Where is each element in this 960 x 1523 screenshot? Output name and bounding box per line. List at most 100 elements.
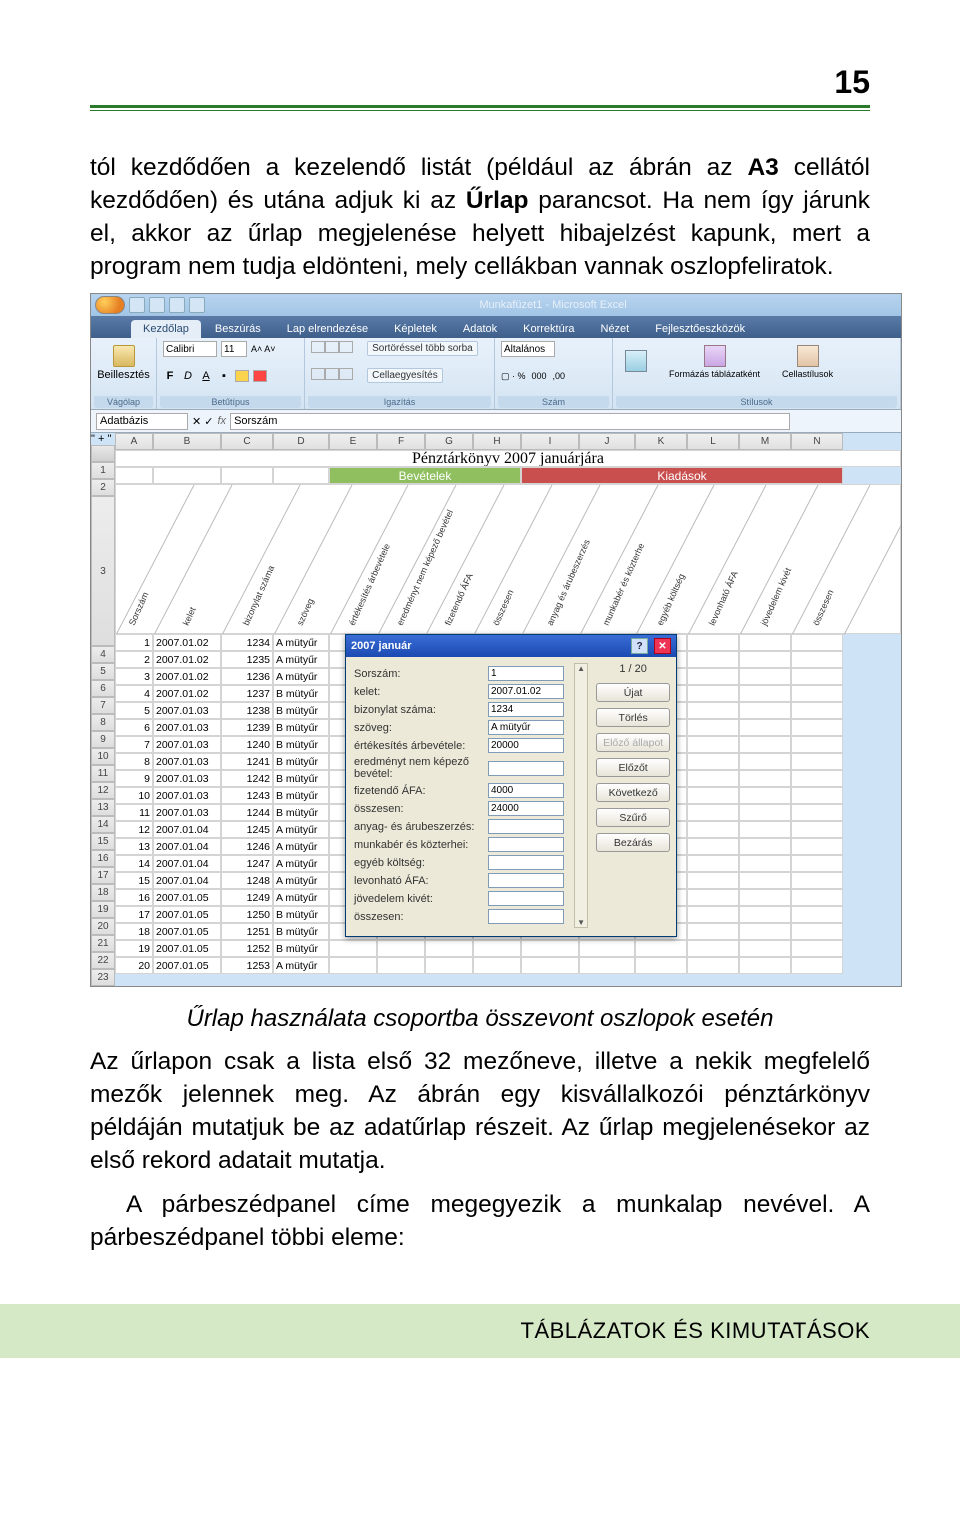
cell[interactable] (739, 906, 791, 923)
next-button[interactable]: Következő (596, 783, 670, 802)
merge-btn[interactable]: Cellaegyesítés (367, 368, 443, 383)
form-input[interactable] (488, 801, 564, 816)
row-header[interactable]: 23 (91, 969, 115, 986)
cell[interactable]: 1253 (221, 957, 273, 974)
cell[interactable] (791, 889, 843, 906)
conditional-formatting-btn[interactable] (619, 346, 653, 378)
cell[interactable] (791, 668, 843, 685)
cell[interactable] (791, 736, 843, 753)
cell[interactable]: 2007.01.02 (153, 651, 221, 668)
cell[interactable] (521, 940, 579, 957)
cell[interactable] (791, 804, 843, 821)
cell[interactable] (687, 804, 739, 821)
cell[interactable] (687, 821, 739, 838)
col-header[interactable]: C (221, 433, 273, 450)
cell[interactable] (425, 940, 473, 957)
row-header[interactable]: 1 (91, 462, 115, 479)
cell[interactable]: A mütyűr (273, 889, 329, 906)
italic-btn[interactable]: D (181, 370, 195, 382)
row-header[interactable]: 10 (91, 748, 115, 765)
col-header[interactable]: L (687, 433, 739, 450)
cell[interactable]: 2007.01.03 (153, 719, 221, 736)
cell[interactable] (791, 940, 843, 957)
cell-styles-btn[interactable]: Cellastílusok (776, 341, 839, 383)
tab-kepletek[interactable]: Képletek (382, 320, 449, 338)
cell[interactable]: 1250 (221, 906, 273, 923)
cell[interactable]: 1239 (221, 719, 273, 736)
cell[interactable]: 2007.01.04 (153, 872, 221, 889)
tab-kezdolap[interactable]: Kezdőlap (131, 320, 201, 338)
cell[interactable]: 2007.01.03 (153, 804, 221, 821)
cell[interactable]: 1242 (221, 770, 273, 787)
cell[interactable]: 14 (115, 855, 153, 872)
cell[interactable] (739, 668, 791, 685)
cell[interactable]: 1243 (221, 787, 273, 804)
cell[interactable]: 11 (115, 804, 153, 821)
cell[interactable]: 2007.01.05 (153, 923, 221, 940)
cell[interactable] (425, 957, 473, 974)
cell[interactable]: 1234 (221, 634, 273, 651)
cell[interactable] (791, 957, 843, 974)
cell[interactable] (791, 906, 843, 923)
col-header[interactable]: G (425, 433, 473, 450)
cell[interactable] (687, 838, 739, 855)
cell[interactable] (687, 702, 739, 719)
cell[interactable]: 1248 (221, 872, 273, 889)
cell[interactable]: 5 (115, 702, 153, 719)
cell[interactable] (377, 940, 425, 957)
cell[interactable] (739, 889, 791, 906)
cell[interactable]: 2007.01.05 (153, 957, 221, 974)
cell[interactable] (687, 855, 739, 872)
row-header[interactable]: 5 (91, 663, 115, 680)
col-header[interactable]: F (377, 433, 425, 450)
cell[interactable]: 2007.01.03 (153, 770, 221, 787)
cell[interactable] (739, 719, 791, 736)
cell[interactable]: 1246 (221, 838, 273, 855)
cell[interactable] (739, 651, 791, 668)
cell[interactable]: 7 (115, 736, 153, 753)
tab-korrektura[interactable]: Korrektúra (511, 320, 586, 338)
row-header[interactable]: 9 (91, 731, 115, 748)
formula-input[interactable] (230, 413, 790, 430)
tab-nezet[interactable]: Nézet (589, 320, 642, 338)
qat-redo-icon[interactable] (169, 297, 185, 313)
cell[interactable]: 1249 (221, 889, 273, 906)
cell[interactable]: 19 (115, 940, 153, 957)
cell[interactable]: B mütyűr (273, 923, 329, 940)
row-header[interactable]: 2 (91, 479, 115, 496)
prev-button[interactable]: Előzőt (596, 758, 670, 777)
font-size-input[interactable] (221, 341, 247, 357)
row-header[interactable]: 13 (91, 799, 115, 816)
cell[interactable]: B mütyűr (273, 736, 329, 753)
format-table-btn[interactable]: Formázás táblázatként (663, 341, 766, 383)
band-bevetelek[interactable]: Bevételek (329, 467, 521, 484)
cell[interactable]: B mütyűr (273, 770, 329, 787)
row-header[interactable]: 20 (91, 918, 115, 935)
cell[interactable] (687, 770, 739, 787)
cell[interactable] (687, 685, 739, 702)
name-box[interactable] (96, 413, 188, 430)
cell[interactable]: 17 (115, 906, 153, 923)
number-format-input[interactable] (501, 341, 555, 357)
cell[interactable] (739, 804, 791, 821)
col-header[interactable]: B (153, 433, 221, 450)
cell[interactable]: 12 (115, 821, 153, 838)
cell[interactable] (473, 957, 521, 974)
cell[interactable]: A mütyűr (273, 634, 329, 651)
cell[interactable] (687, 957, 739, 974)
cell[interactable]: 1236 (221, 668, 273, 685)
cell[interactable] (739, 702, 791, 719)
cell[interactable] (635, 957, 687, 974)
row-header[interactable]: 16 (91, 850, 115, 867)
font-name-input[interactable] (163, 341, 217, 357)
cell[interactable] (791, 651, 843, 668)
cell[interactable] (687, 668, 739, 685)
band-kiadasok[interactable]: Kiadások (521, 467, 843, 484)
form-input[interactable] (488, 761, 564, 776)
cell[interactable] (579, 957, 635, 974)
cell[interactable]: 1241 (221, 753, 273, 770)
cell[interactable]: 1237 (221, 685, 273, 702)
cell[interactable] (687, 906, 739, 923)
cell[interactable]: 2 (115, 651, 153, 668)
cell[interactable] (739, 634, 791, 651)
